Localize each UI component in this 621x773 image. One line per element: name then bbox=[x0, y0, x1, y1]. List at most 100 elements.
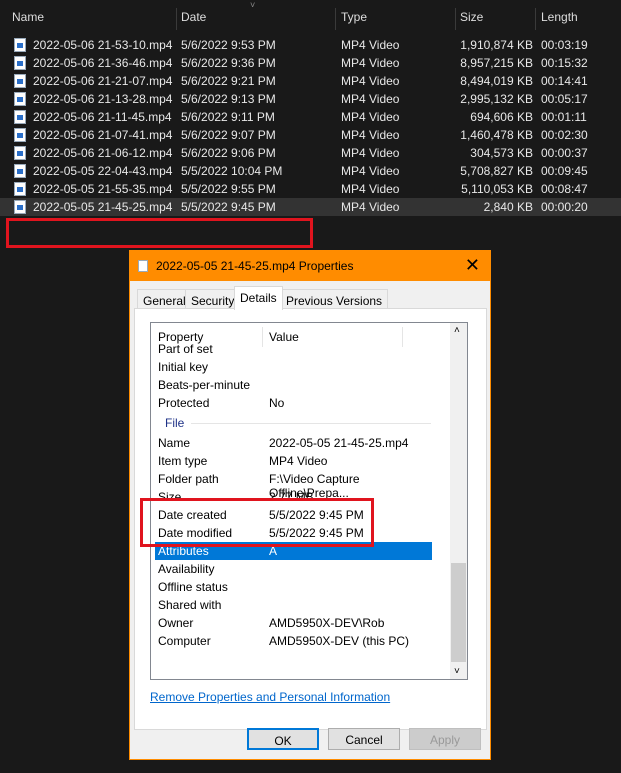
column-name[interactable]: Name bbox=[12, 10, 44, 24]
file-type: MP4 Video bbox=[341, 182, 400, 196]
file-date: 5/5/2022 9:45 PM bbox=[181, 200, 276, 214]
property-value: No bbox=[269, 396, 285, 410]
file-type: MP4 Video bbox=[341, 38, 400, 52]
file-size: 1,460,478 KB bbox=[460, 128, 533, 142]
file-row[interactable]: 2022-05-06 21-06-12.mp4 5/6/2022 9:06 PM M… bbox=[0, 144, 621, 162]
file-type: MP4 Video bbox=[341, 110, 400, 124]
file-date: 5/6/2022 9:11 PM bbox=[181, 110, 275, 124]
file-row[interactable]: 2022-05-05 21-45-25.mp4 5/5/2022 9:45 PM M… bbox=[0, 198, 621, 216]
file-size: 694,606 KB bbox=[470, 110, 533, 124]
property-row[interactable]: Folder path F:\Video Capture Offline\Prep… bbox=[155, 470, 432, 500]
file-row[interactable]: 2022-05-06 21-36-46.mp4 5/6/2022 9:36 PM M… bbox=[0, 54, 621, 72]
file-row[interactable]: 2022-05-05 22-04-43.mp4 5/5/2022 10:04 PM… bbox=[0, 162, 621, 180]
file-icon bbox=[138, 260, 148, 272]
file-row[interactable]: 2022-05-05 21-55-35.mp4 5/5/2022 9:55 PM M… bbox=[0, 180, 621, 198]
column-type[interactable]: Type bbox=[341, 10, 367, 24]
close-icon[interactable]: ✕ bbox=[465, 255, 480, 276]
video-file-icon bbox=[14, 38, 26, 52]
file-name: 2022-05-05 22-04-43.mp4 bbox=[33, 164, 173, 178]
file-row[interactable]: 2022-05-06 21-21-07.mp4 5/6/2022 9:21 PM M… bbox=[0, 72, 621, 90]
video-file-icon bbox=[14, 146, 26, 160]
scroll-down-icon[interactable]: ˅ bbox=[454, 666, 460, 677]
file-length: 00:14:41 bbox=[541, 74, 588, 88]
property-row[interactable]: Computer AMD5950X-DEV (this PC) bbox=[155, 632, 432, 650]
video-file-icon bbox=[14, 92, 26, 106]
tab-security[interactable]: Security bbox=[185, 289, 241, 309]
file-length: 00:02:30 bbox=[541, 128, 588, 142]
file-length: 00:09:45 bbox=[541, 164, 588, 178]
section-file: File bbox=[151, 414, 441, 432]
tab-details[interactable]: Details bbox=[234, 286, 283, 310]
file-date: 5/6/2022 9:21 PM bbox=[181, 74, 276, 88]
file-length: 00:01:11 bbox=[541, 110, 587, 124]
file-date: 5/6/2022 9:13 PM bbox=[181, 92, 276, 106]
property-name: Name bbox=[158, 436, 191, 450]
cancel-button[interactable]: Cancel bbox=[328, 728, 400, 750]
file-date: 5/6/2022 9:07 PM bbox=[181, 128, 276, 142]
property-value: MP4 Video bbox=[269, 454, 328, 468]
file-size: 1,910,874 KB bbox=[460, 38, 533, 52]
column-size[interactable]: Size bbox=[460, 10, 483, 24]
file-type: MP4 Video bbox=[341, 128, 400, 142]
video-file-icon bbox=[14, 200, 26, 214]
section-divider bbox=[191, 423, 431, 424]
property-name: Offline status bbox=[158, 580, 228, 594]
file-name: 2022-05-06 21-36-46.mp4 bbox=[33, 56, 173, 70]
title-bar[interactable]: 2022-05-05 21-45-25.mp4 Properties ✕ bbox=[130, 251, 490, 281]
property-row[interactable]: Offline status bbox=[155, 578, 432, 596]
video-file-icon bbox=[14, 56, 26, 70]
property-name: Protected bbox=[158, 396, 210, 410]
property-row[interactable]: Item type MP4 Video bbox=[155, 452, 432, 470]
file-length: 00:00:37 bbox=[541, 146, 588, 160]
remove-properties-link[interactable]: Remove Properties and Personal Informati… bbox=[150, 690, 390, 704]
file-date: 5/6/2022 9:06 PM bbox=[181, 146, 276, 160]
file-name: 2022-05-06 21-13-28.mp4 bbox=[33, 92, 173, 106]
property-row[interactable]: Owner AMD5950X-DEV\Rob bbox=[155, 614, 432, 632]
file-type: MP4 Video bbox=[341, 164, 400, 178]
file-row[interactable]: 2022-05-06 21-11-45.mp4 5/6/2022 9:11 PM M… bbox=[0, 108, 621, 126]
property-name: Computer bbox=[158, 634, 211, 648]
property-name: Item type bbox=[158, 454, 208, 468]
property-row[interactable]: Beats-per-minute bbox=[155, 376, 432, 394]
property-row[interactable]: Protected No bbox=[155, 394, 432, 412]
apply-button[interactable]: Apply bbox=[409, 728, 481, 750]
date-highlight-box bbox=[140, 498, 374, 547]
file-row[interactable]: 2022-05-06 21-53-10.mp4 5/6/2022 9:53 PM M… bbox=[0, 36, 621, 54]
file-type: MP4 Video bbox=[341, 146, 400, 160]
file-row[interactable]: 2022-05-06 21-13-28.mp4 5/6/2022 9:13 PM M… bbox=[0, 90, 621, 108]
property-row[interactable]: Initial key bbox=[155, 358, 432, 376]
file-size: 5,110,053 KB bbox=[461, 182, 533, 196]
file-name: 2022-05-05 21-45-25.mp4 bbox=[33, 200, 173, 214]
video-file-icon bbox=[14, 128, 26, 142]
section-label: File bbox=[165, 416, 185, 430]
sort-chevron-icon: ˅ bbox=[250, 0, 256, 10]
property-name: Shared with bbox=[158, 598, 222, 612]
file-length: 00:08:47 bbox=[541, 182, 588, 196]
property-row[interactable]: Part of set bbox=[155, 340, 432, 358]
property-row[interactable]: Name 2022-05-05 21-45-25.mp4 bbox=[155, 434, 432, 452]
file-row[interactable]: 2022-05-06 21-07-41.mp4 5/6/2022 9:07 PM M… bbox=[0, 126, 621, 144]
file-size: 5,708,827 KB bbox=[460, 164, 533, 178]
ok-button[interactable]: OK bbox=[247, 728, 319, 750]
file-length: 00:00:20 bbox=[541, 200, 588, 214]
file-type: MP4 Video bbox=[341, 56, 400, 70]
file-length: 00:15:32 bbox=[541, 56, 588, 70]
column-date[interactable]: Date bbox=[181, 10, 206, 24]
scroll-thumb[interactable] bbox=[451, 563, 466, 662]
file-size: 8,494,019 KB bbox=[460, 74, 533, 88]
tab-previous-versions[interactable]: Previous Versions bbox=[280, 289, 389, 309]
property-row[interactable]: Shared with bbox=[155, 596, 432, 614]
property-value: AMD5950X-DEV (this PC) bbox=[269, 634, 410, 648]
highlight-box bbox=[6, 218, 313, 248]
file-date: 5/5/2022 10:04 PM bbox=[181, 164, 283, 178]
column-length[interactable]: Length bbox=[541, 10, 578, 24]
file-name: 2022-05-05 21-55-35.mp4 bbox=[33, 182, 173, 196]
file-size: 2,840 KB bbox=[483, 200, 533, 214]
file-type: MP4 Video bbox=[341, 92, 400, 106]
video-file-icon bbox=[14, 182, 26, 196]
tab-general[interactable]: General bbox=[137, 289, 192, 309]
property-row[interactable]: Availability bbox=[155, 560, 432, 578]
property-value: AMD5950X-DEV\Rob bbox=[269, 616, 385, 630]
scroll-up-icon[interactable]: ˄ bbox=[454, 325, 460, 336]
scrollbar[interactable]: ˄ ˅ bbox=[450, 323, 467, 679]
